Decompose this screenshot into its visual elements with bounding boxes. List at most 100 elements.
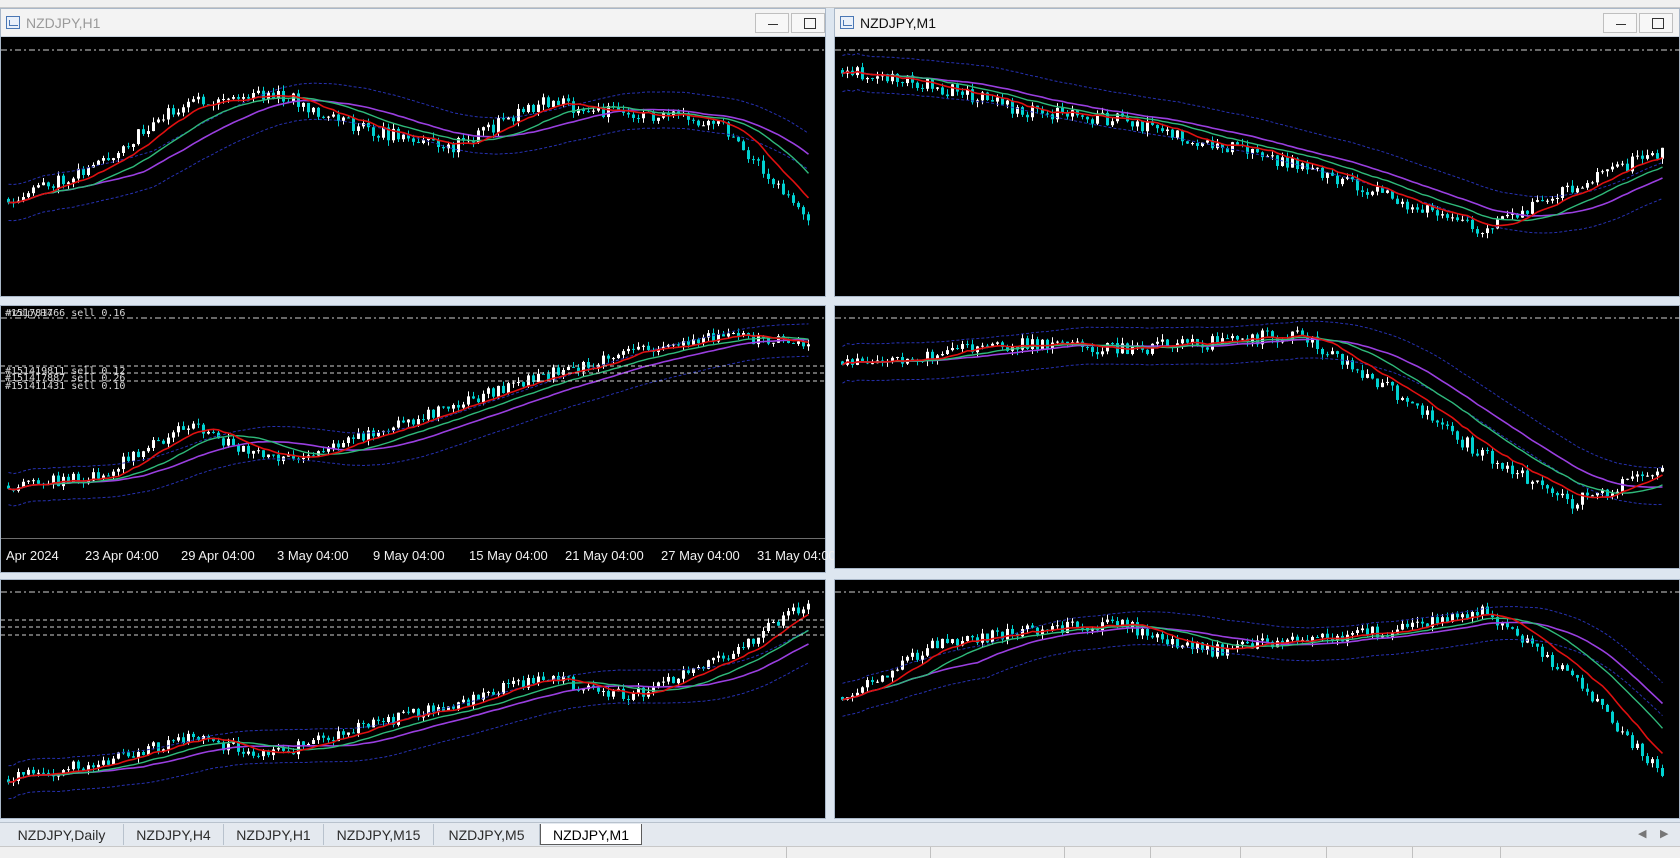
candle-body (637, 117, 640, 119)
candle-body (866, 78, 869, 80)
candle-body (32, 480, 35, 482)
candle-body (777, 183, 780, 185)
chart-pane-m5[interactable] (834, 305, 1680, 569)
candle-body (1556, 666, 1559, 670)
candle-body (1166, 639, 1169, 645)
candle-body (627, 698, 630, 700)
candle-body (1401, 397, 1404, 400)
candle-body (1356, 369, 1359, 371)
candle-body (447, 406, 450, 409)
candle-body (1601, 698, 1604, 705)
bollinger-upper-band (8, 629, 809, 767)
candle-body (657, 682, 660, 687)
chart-window-h1[interactable]: NZDJPY,H1 (0, 8, 827, 297)
chart-pane-h4[interactable]: nzdjpy,H4 #151781766 sell 0.16 #15141981… (0, 305, 836, 573)
trade-order-label[interactable]: #151411431 sell 0.10 (5, 381, 125, 392)
candle-body (717, 121, 720, 124)
candle-body (497, 117, 500, 133)
candle-body (802, 609, 805, 614)
candle-body (322, 116, 325, 118)
candle-body (402, 134, 405, 140)
candle-body (357, 432, 360, 439)
candle-body (1456, 431, 1459, 440)
candle-body (102, 158, 105, 161)
candlestick-chart[interactable] (1, 580, 827, 818)
candle-body (1381, 382, 1384, 388)
minimize-button[interactable] (755, 13, 789, 33)
candle-body (307, 102, 310, 113)
candle-body (1411, 622, 1414, 627)
candle-body (946, 638, 949, 644)
candlestick-chart[interactable] (835, 38, 1680, 296)
candle-body (1506, 465, 1509, 469)
candlestick-chart[interactable] (835, 580, 1680, 818)
chart-window-titlebar[interactable]: NZDJPY,M1 (835, 9, 1679, 37)
chart-window-titlebar[interactable]: NZDJPY,H1 (1, 9, 825, 37)
candle-body (1596, 698, 1599, 702)
chart-pane-daily[interactable] (834, 579, 1680, 819)
scroll-right-icon[interactable]: ▶ (1660, 827, 1668, 840)
candle-body (607, 691, 610, 697)
candle-body (142, 451, 145, 458)
mid-moving-average (8, 97, 810, 204)
candle-body (442, 406, 445, 408)
mid-moving-average (842, 617, 1664, 729)
candle-body (1551, 654, 1554, 667)
tab-nzdjpy-m5[interactable]: NZDJPY,M5 (434, 824, 540, 845)
candle-body (1261, 152, 1264, 158)
maximize-button[interactable] (1639, 13, 1673, 33)
maximize-button[interactable] (791, 13, 825, 33)
candle-body (1586, 183, 1589, 188)
candle-body (1031, 339, 1034, 349)
candle-body (1106, 619, 1109, 623)
tab-nzdjpy-m15[interactable]: NZDJPY,M15 (324, 824, 434, 845)
candle-body (1296, 330, 1299, 332)
candle-body (407, 711, 410, 713)
candle-body (542, 676, 545, 680)
candle-body (662, 681, 665, 683)
candle-body (187, 101, 190, 108)
candle-body (362, 722, 365, 724)
candle-body (432, 409, 435, 418)
price-chart-area[interactable] (1, 38, 827, 296)
candle-body (1476, 453, 1479, 456)
candle-body (712, 657, 715, 661)
chart-window-m1[interactable]: NZDJPY,M1 (834, 8, 1680, 297)
candle-body (1451, 217, 1454, 219)
tab-nzdjpy-m1[interactable]: NZDJPY,M1 (540, 824, 642, 845)
candlestick-chart[interactable] (1, 306, 827, 540)
scroll-left-icon[interactable]: ◀ (1638, 827, 1646, 840)
tab-nzdjpy-daily[interactable]: NZDJPY,Daily (0, 824, 124, 845)
candle-body (402, 420, 405, 423)
candle-body (147, 131, 150, 134)
candle-body (986, 633, 989, 643)
candle-body (1531, 481, 1534, 484)
chart-pane-m15[interactable] (0, 579, 827, 819)
candle-body (1131, 121, 1134, 127)
candle-body (757, 637, 760, 644)
candle-body (112, 471, 115, 476)
trade-order-label[interactable]: #151781766 sell 0.16 (5, 308, 125, 319)
candle-body (1636, 155, 1639, 157)
minimize-button[interactable] (1603, 13, 1637, 33)
candlestick-chart[interactable] (835, 306, 1680, 568)
candle-body (787, 194, 790, 196)
candlestick-chart[interactable] (1, 38, 827, 296)
candle-body (911, 652, 914, 657)
candle-body (597, 687, 600, 692)
candle-body (47, 182, 50, 187)
candle-body (1226, 648, 1229, 656)
candle-body (1406, 201, 1409, 210)
candle-body (1361, 628, 1364, 631)
candle-body (97, 160, 100, 165)
price-chart-area[interactable] (835, 38, 1680, 296)
candle-body (587, 362, 590, 368)
candle-body (427, 409, 430, 420)
candle-body (317, 735, 320, 741)
candle-body (1171, 639, 1174, 645)
candle-body (956, 639, 959, 646)
tab-nzdjpy-h1[interactable]: NZDJPY,H1 (224, 824, 324, 845)
candle-body (167, 437, 170, 444)
tab-nzdjpy-h4[interactable]: NZDJPY,H4 (124, 824, 224, 845)
candle-body (1576, 188, 1579, 193)
